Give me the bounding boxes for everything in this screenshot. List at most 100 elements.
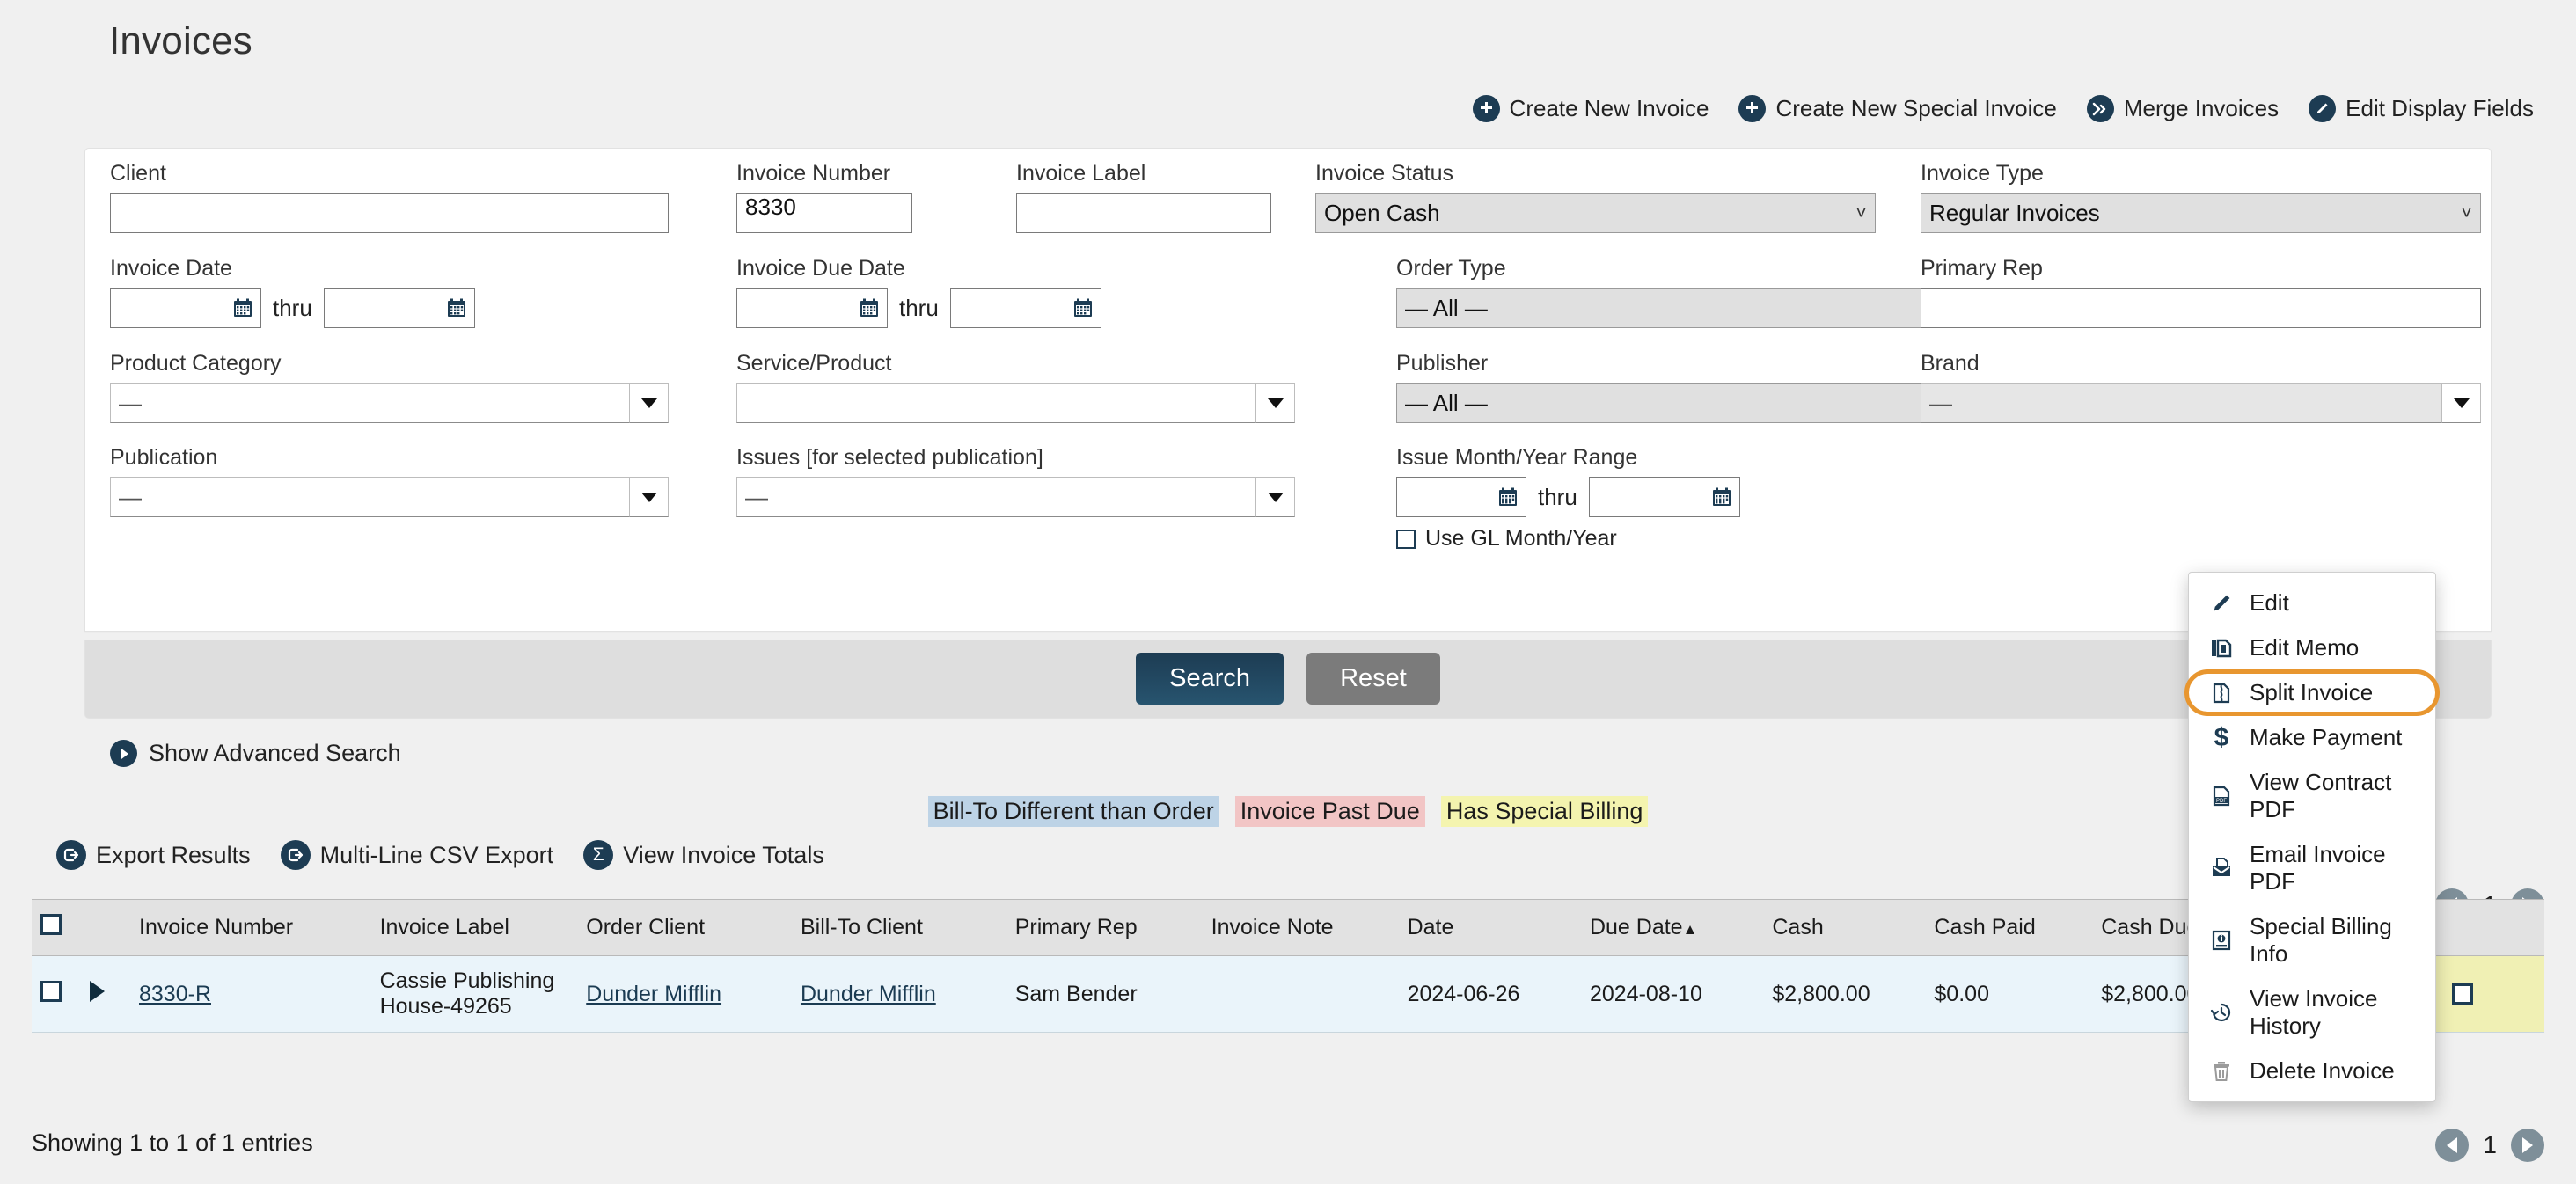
email-document-icon: [2208, 855, 2235, 881]
field-invoice-type: Invoice Type Regular Invoices ˅: [1921, 161, 2481, 233]
row-secondary-checkbox[interactable]: [2452, 983, 2473, 1005]
product-category-dropdown-button[interactable]: [630, 383, 669, 423]
publication-label: Publication: [110, 445, 218, 470]
plus-circle-icon: [1738, 95, 1767, 122]
top-action-bar: Create New Invoice Create New Special In…: [1472, 95, 2534, 122]
field-primary-rep: Primary Rep: [1921, 256, 2481, 328]
th-primary-rep[interactable]: Primary Rep: [1006, 899, 1203, 956]
trash-icon: [2208, 1058, 2235, 1085]
use-gl-month-year-checkbox-row[interactable]: Use GL Month/Year: [1396, 526, 1740, 552]
th-invoice-note[interactable]: Invoice Note: [1202, 899, 1399, 956]
issues-label: Issues [for selected publication]: [736, 445, 1043, 470]
invoice-due-date-thru-label: thru: [899, 294, 939, 321]
td-order-client: Dunder Mifflin: [577, 955, 792, 1033]
select-all-checkbox[interactable]: [40, 914, 62, 935]
field-issues: Issues [for selected publication] —: [736, 445, 1295, 517]
th-cash[interactable]: Cash: [1763, 899, 1926, 956]
invoice-status-select[interactable]: Open Cash ˅: [1315, 193, 1876, 233]
create-new-special-invoice-button[interactable]: Create New Special Invoice: [1738, 95, 2057, 122]
context-menu-item-edit-memo[interactable]: Edit Memo: [2189, 625, 2435, 670]
invoice-due-date-from-input[interactable]: [736, 288, 888, 328]
publisher-select[interactable]: — All — ˅: [1396, 383, 1957, 423]
chevron-down-icon: ˅: [2461, 201, 2472, 223]
expand-row-caret-icon[interactable]: [90, 980, 105, 1002]
show-advanced-search-label: Show Advanced Search: [149, 740, 401, 766]
issues-value[interactable]: —: [736, 477, 1256, 517]
next-page-button-bottom[interactable]: [2511, 1129, 2544, 1162]
invoice-date-thru-label: thru: [273, 294, 312, 321]
calendar-icon[interactable]: [232, 297, 253, 318]
invoice-number-input[interactable]: 8330: [736, 193, 912, 233]
bill-to-client-link[interactable]: Dunder Mifflin: [801, 982, 936, 1006]
service-product-label: Service/Product: [736, 351, 892, 376]
triangle-down-icon: [1267, 492, 1284, 502]
use-gl-month-year-checkbox[interactable]: [1396, 529, 1416, 549]
prev-page-button-bottom[interactable]: [2435, 1129, 2470, 1162]
order-type-select[interactable]: — All — ˅: [1396, 288, 1957, 328]
brand-combobox[interactable]: —: [1921, 383, 2481, 423]
service-product-value[interactable]: [736, 383, 1256, 423]
th-due-date[interactable]: Due Date▲: [1580, 899, 1764, 956]
service-product-combobox[interactable]: [736, 383, 1295, 423]
publication-value[interactable]: —: [110, 477, 630, 517]
calendar-icon[interactable]: [859, 297, 880, 318]
product-category-value[interactable]: —: [110, 383, 630, 423]
publication-dropdown-button[interactable]: [630, 477, 669, 517]
primary-rep-input[interactable]: [1921, 288, 2481, 328]
invoice-number-link[interactable]: 8330-R: [139, 982, 211, 1006]
context-menu-item-split-invoice[interactable]: Split Invoice: [2184, 669, 2440, 716]
context-menu-item-view-invoice-history[interactable]: View Invoice History: [2189, 976, 2435, 1049]
context-menu-item-make-payment[interactable]: $ Make Payment: [2189, 715, 2435, 760]
export-results-button[interactable]: Export Results: [56, 840, 251, 870]
brand-dropdown-button[interactable]: [2442, 383, 2481, 423]
th-invoice-number[interactable]: Invoice Number: [130, 899, 371, 956]
issue-month-year-from-input[interactable]: [1396, 477, 1526, 517]
merge-invoices-button[interactable]: Merge Invoices: [2086, 95, 2279, 122]
order-client-link[interactable]: Dunder Mifflin: [586, 982, 721, 1006]
calendar-icon[interactable]: [1072, 297, 1094, 318]
page-number-bottom: 1: [2483, 1131, 2497, 1158]
invoice-label-input[interactable]: [1016, 193, 1271, 233]
product-category-combobox[interactable]: —: [110, 383, 669, 423]
context-menu-item-special-billing-info[interactable]: Special Billing Info: [2189, 904, 2435, 976]
context-menu-label-edit: Edit: [2250, 589, 2289, 616]
publication-combobox[interactable]: —: [110, 477, 669, 517]
show-advanced-search-button[interactable]: Show Advanced Search: [110, 740, 401, 767]
calendar-icon[interactable]: [1711, 486, 1732, 508]
th-cash-paid[interactable]: Cash Paid: [1925, 899, 2093, 956]
context-menu-item-view-contract-pdf[interactable]: PDF View Contract PDF: [2189, 760, 2435, 832]
invoice-date-from-input[interactable]: [110, 288, 261, 328]
row-checkbox[interactable]: [40, 980, 62, 1002]
edit-display-fields-button[interactable]: Edit Display Fields: [2309, 95, 2534, 122]
brand-value[interactable]: —: [1921, 383, 2442, 423]
view-invoice-totals-button[interactable]: Σ View Invoice Totals: [583, 840, 824, 870]
field-invoice-label: Invoice Label: [1016, 161, 1271, 233]
invoice-type-select[interactable]: Regular Invoices ˅: [1921, 193, 2481, 233]
issues-dropdown-button[interactable]: [1256, 477, 1295, 517]
context-menu-item-email-invoice-pdf[interactable]: Email Invoice PDF: [2189, 832, 2435, 904]
create-new-invoice-button[interactable]: Create New Invoice: [1472, 95, 1709, 122]
order-type-label: Order Type: [1396, 256, 1506, 281]
pdf-file-icon: PDF: [2208, 783, 2235, 809]
issues-combobox[interactable]: —: [736, 477, 1295, 517]
calendar-icon[interactable]: [1497, 486, 1519, 508]
calendar-icon[interactable]: [446, 297, 467, 318]
th-invoice-label[interactable]: Invoice Label: [370, 899, 578, 956]
multi-line-csv-export-button[interactable]: Multi-Line CSV Export: [280, 840, 553, 870]
play-circle-icon: [110, 740, 137, 767]
search-button[interactable]: Search: [1136, 653, 1284, 705]
invoice-due-date-to-input[interactable]: [949, 288, 1101, 328]
invoice-type-label: Invoice Type: [1921, 161, 2044, 186]
context-menu-item-delete-invoice[interactable]: Delete Invoice: [2189, 1049, 2435, 1093]
product-category-label: Product Category: [110, 351, 282, 376]
th-bill-to-client[interactable]: Bill-To Client: [791, 899, 1006, 956]
th-order-client[interactable]: Order Client: [577, 899, 792, 956]
context-menu-item-edit[interactable]: Edit: [2189, 581, 2435, 625]
client-input[interactable]: [110, 193, 669, 233]
service-product-dropdown-button[interactable]: [1256, 383, 1295, 423]
reset-button[interactable]: Reset: [1306, 653, 1440, 705]
issue-month-year-to-input[interactable]: [1588, 477, 1740, 517]
invoice-date-to-input[interactable]: [323, 288, 475, 328]
td-cash: $2,800.00: [1763, 955, 1926, 1033]
th-date[interactable]: Date: [1398, 899, 1581, 956]
